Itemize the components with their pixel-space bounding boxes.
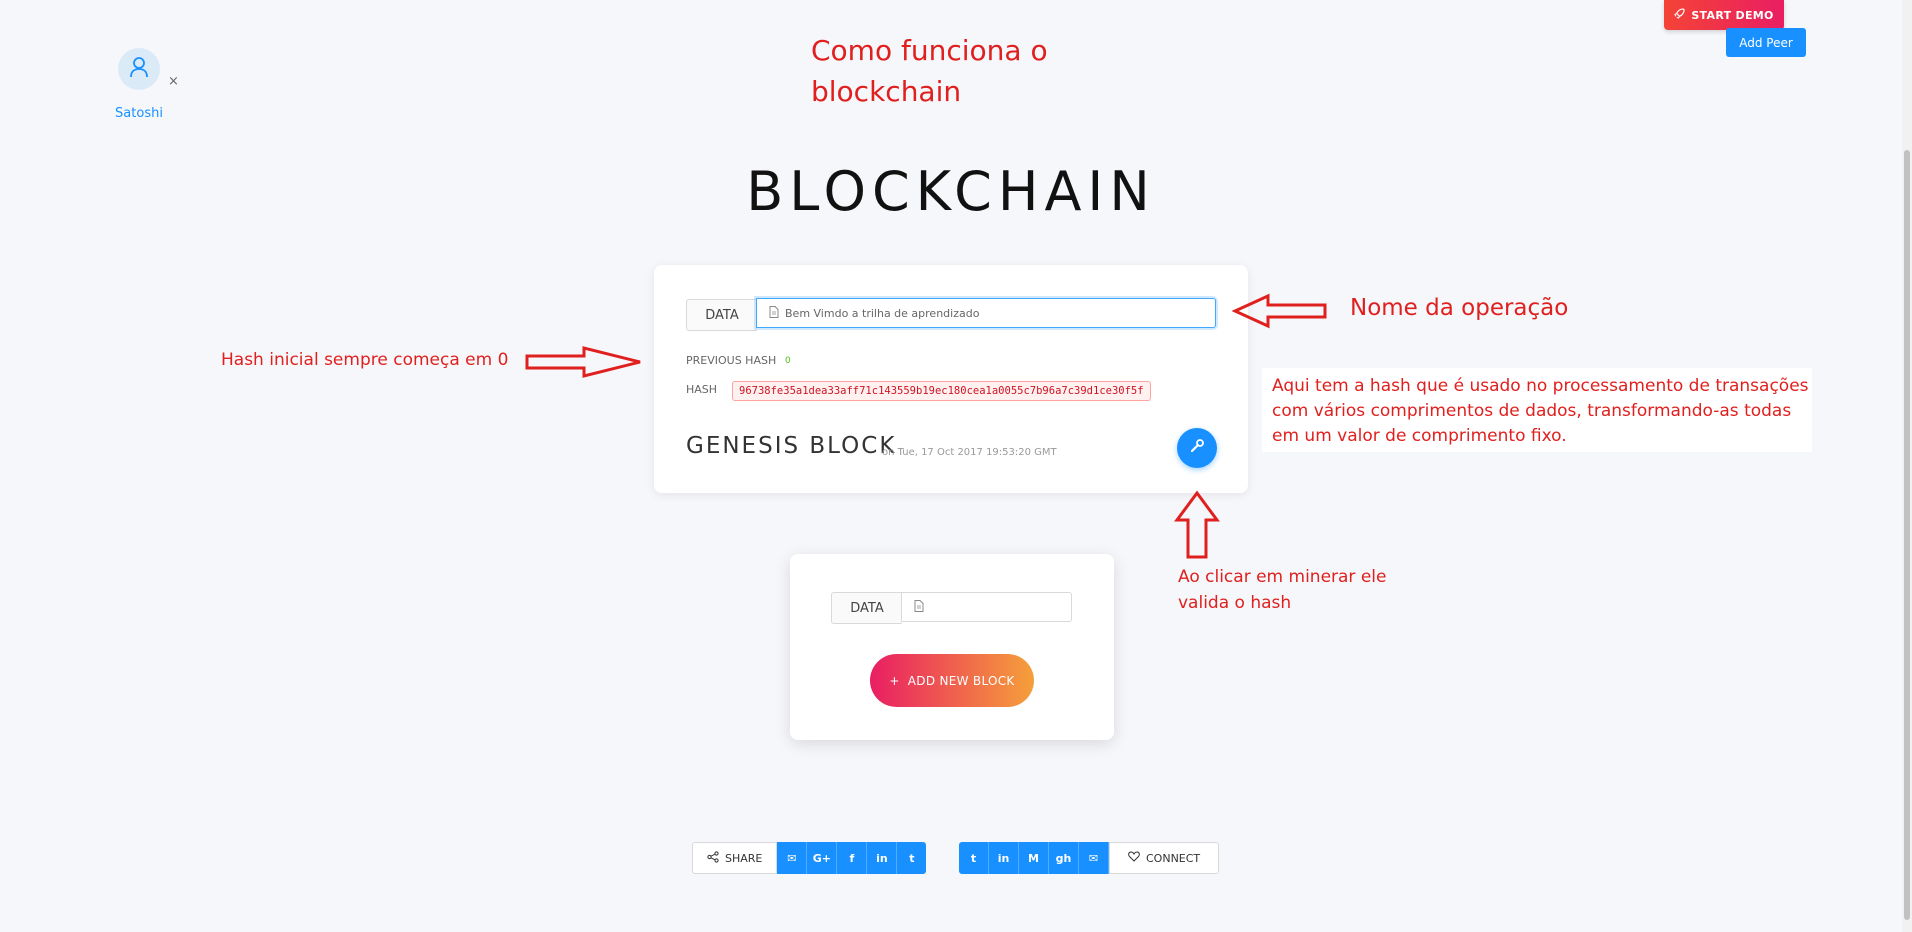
genesis-block-title: GENESIS BLOCK [686,433,897,459]
share-icon [707,850,719,866]
avatar[interactable] [118,48,160,90]
mine-button[interactable] [1177,428,1217,468]
connect-linkedin-button[interactable]: in [989,842,1019,874]
remove-peer-icon[interactable]: × [168,74,179,89]
previous-hash-value: 0 [785,356,791,366]
share-label: SHARE [725,851,763,865]
connect-github-button[interactable]: gh [1049,842,1079,874]
add-peer-button[interactable]: Add Peer [1726,28,1806,57]
genesis-data-input[interactable]: Bem Vimdo a trilha de aprendizado [756,298,1216,328]
connect-label: CONNECT [1146,851,1201,865]
start-demo-button[interactable]: START DEMO [1664,0,1784,30]
share-googleplus-button[interactable]: G+ [807,842,838,874]
file-icon [914,599,924,615]
share-facebook-button[interactable]: f [837,842,868,874]
new-block-card [790,554,1114,740]
arrow-right-annotation [525,346,641,378]
plus-icon: + [889,673,900,688]
scrollbar[interactable] [1902,0,1912,932]
share-linkedin-button[interactable]: in [867,842,898,874]
annotation-hash-explanation: Aqui tem a hash que é usado no processam… [1272,376,1809,446]
file-icon [769,305,779,321]
heart-icon [1128,851,1140,865]
peer-name[interactable]: Satoshi [102,106,176,121]
hash-label: HASH [686,383,718,396]
genesis-block-date: on Tue, 17 Oct 2017 19:53:20 GMT [882,447,1057,458]
share-group: SHARE ✉ G+ f in t [692,842,927,874]
arrow-left-annotation [1232,293,1327,329]
connect-medium-button[interactable]: M [1019,842,1049,874]
user-icon [129,56,149,82]
wrench-icon [1189,438,1205,458]
add-new-block-label: ADD NEW BLOCK [907,673,1015,688]
connect-group: t in M gh ✉ CONNECT [959,842,1220,874]
connect-twitter-button[interactable]: t [959,842,989,874]
add-new-block-button[interactable]: + ADD NEW BLOCK [870,654,1034,707]
rocket-icon [1674,8,1686,22]
previous-hash-label: PREVIOUS HASH [686,354,777,367]
new-data-label: DATA [831,592,902,624]
share-button[interactable]: SHARE [692,842,778,874]
annotation-nome-operacao: Nome da operação [1350,295,1569,321]
annotation-hash-inicial: Hash inicial sempre começa em 0 [221,350,509,370]
arrow-up-annotation [1174,490,1220,559]
share-email-button[interactable]: ✉ [777,842,808,874]
new-data-input[interactable] [901,592,1072,622]
scrollbar-thumb[interactable] [1904,150,1910,920]
hash-value: 96738fe35a1dea33aff71c143559b19ec180cea1… [732,381,1151,401]
annotation-title: Como funciona o blockchain [811,34,1048,108]
genesis-data-value: Bem Vimdo a trilha de aprendizado [785,306,980,320]
start-demo-label: START DEMO [1691,8,1774,22]
connect-button[interactable]: CONNECT [1109,842,1220,874]
page-title: BLOCKCHAIN [746,160,1156,223]
connect-email-button[interactable]: ✉ [1079,842,1109,874]
share-twitter-button[interactable]: t [897,842,927,874]
annotation-ao-clicar: Ao clicar em minerar ele valida o hash [1178,567,1387,613]
genesis-data-label: DATA [686,299,757,331]
